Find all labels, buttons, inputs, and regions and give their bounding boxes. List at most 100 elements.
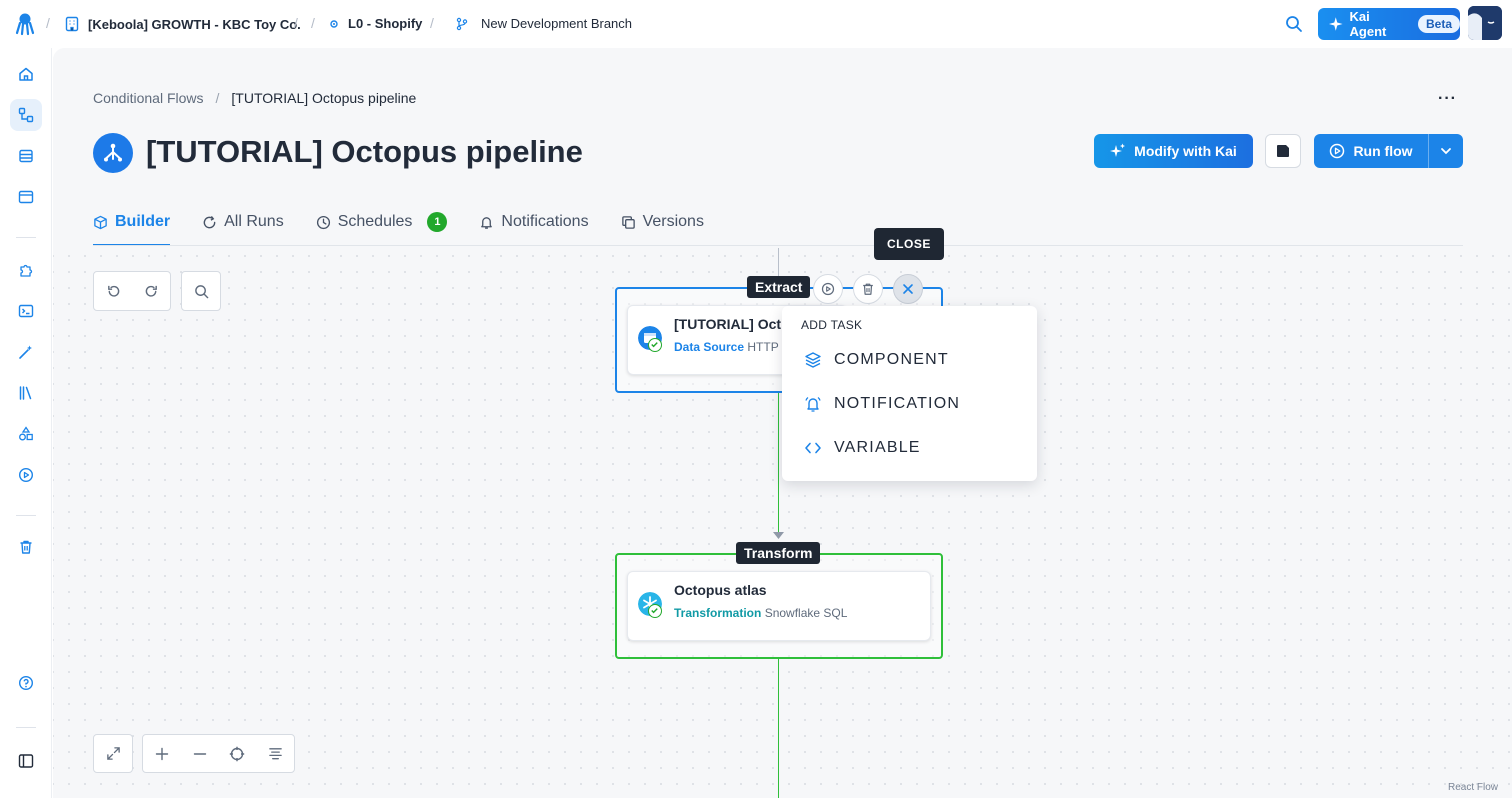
beta-badge: Beta bbox=[1417, 15, 1460, 33]
add-variable-item[interactable]: VARIABLE bbox=[804, 439, 921, 457]
close-tooltip: CLOSE bbox=[874, 228, 944, 260]
tab-builder[interactable]: Builder bbox=[93, 198, 171, 246]
sidebar-item-workspaces[interactable] bbox=[10, 181, 42, 213]
sidebar-item-templates[interactable] bbox=[10, 418, 42, 450]
keboola-logo-icon[interactable] bbox=[14, 12, 36, 36]
success-check-icon bbox=[648, 338, 662, 352]
sidebar-item-catalog[interactable] bbox=[10, 377, 42, 409]
undo-button[interactable] bbox=[94, 272, 132, 310]
breadcrumb-separator: / bbox=[215, 90, 220, 106]
tab-notifications[interactable]: Notifications bbox=[479, 198, 589, 246]
react-flow-attribution[interactable]: React Flow bbox=[1448, 782, 1498, 793]
sidebar-collapse-toggle[interactable] bbox=[10, 745, 42, 777]
task-name: Octopus atlas bbox=[674, 582, 767, 598]
undo-icon bbox=[107, 285, 119, 297]
fit-view-button[interactable] bbox=[219, 735, 257, 773]
run-flow-label: Run flow bbox=[1353, 143, 1413, 159]
auto-layout-button[interactable] bbox=[256, 735, 294, 773]
task-subtitle: Data Source HTTP bbox=[674, 340, 779, 354]
puzzle-icon bbox=[20, 264, 33, 277]
run-flow-button[interactable]: Run flow bbox=[1314, 134, 1429, 168]
zoom-in-button[interactable] bbox=[143, 735, 181, 773]
sidebar-item-ai[interactable] bbox=[10, 336, 42, 368]
task-component: HTTP bbox=[747, 340, 779, 354]
crosshair-icon bbox=[230, 746, 245, 761]
sparkle-icon bbox=[1110, 143, 1126, 157]
tab-all-runs[interactable]: All Runs bbox=[202, 198, 284, 246]
breadcrumb-separator: / bbox=[294, 15, 298, 31]
terminal-icon bbox=[18, 304, 34, 318]
tab-schedules[interactable]: Schedules 1 bbox=[316, 198, 448, 246]
breadcrumb-parent-link[interactable]: Conditional Flows bbox=[93, 90, 204, 106]
sidebar-divider bbox=[16, 727, 36, 728]
tab-all-runs-label: All Runs bbox=[224, 213, 284, 230]
zoom-controls bbox=[142, 734, 295, 773]
sidebar-item-jobs[interactable] bbox=[10, 459, 42, 491]
phase-label-transform[interactable]: Transform bbox=[736, 542, 821, 564]
tab-builder-label: Builder bbox=[115, 213, 171, 230]
zoom-out-button[interactable] bbox=[181, 735, 219, 773]
modify-with-kai-button[interactable]: Modify with Kai bbox=[1094, 134, 1253, 168]
plus-icon bbox=[155, 747, 169, 760]
home-icon bbox=[19, 67, 33, 81]
canvas-search-button[interactable] bbox=[182, 272, 220, 310]
fullscreen-button[interactable] bbox=[94, 735, 132, 773]
run-options-dropdown[interactable] bbox=[1429, 134, 1463, 168]
sidebar-item-storage[interactable] bbox=[10, 140, 42, 172]
breadcrumb-separator: / bbox=[311, 15, 315, 31]
sidebar-item-help[interactable] bbox=[10, 667, 42, 699]
code-icon bbox=[805, 442, 821, 454]
building-icon bbox=[65, 16, 79, 32]
fullscreen-control bbox=[93, 734, 133, 773]
add-component-item[interactable]: COMPONENT bbox=[804, 351, 949, 369]
flow-icon-badge bbox=[93, 133, 133, 173]
flow-canvas[interactable]: Conditional Flows / [TUTORIAL] Octopus p… bbox=[53, 48, 1512, 798]
refresh-icon bbox=[203, 215, 216, 228]
sidebar-item-home[interactable] bbox=[10, 58, 42, 90]
task-component: Snowflake SQL bbox=[764, 606, 848, 620]
modify-with-kai-label: Modify with Kai bbox=[1134, 143, 1237, 159]
tab-versions[interactable]: Versions bbox=[621, 198, 704, 246]
delete-phase-button[interactable] bbox=[853, 274, 883, 304]
undo-redo-controls bbox=[93, 271, 171, 311]
trash-icon bbox=[863, 283, 873, 295]
search-icon[interactable] bbox=[1285, 15, 1303, 33]
conditional-flow-icon bbox=[104, 143, 122, 162]
close-add-task-button[interactable] bbox=[893, 274, 923, 304]
connector-line bbox=[778, 658, 779, 798]
breadcrumb: Conditional Flows / [TUTORIAL] Octopus p… bbox=[93, 90, 416, 106]
project-switcher[interactable]: L0 - Shopify bbox=[328, 16, 422, 31]
expand-icon bbox=[106, 747, 120, 760]
bell-ring-icon bbox=[805, 396, 821, 412]
org-switcher[interactable]: [Keboola] GROWTH - KBC Toy Co. bbox=[64, 16, 301, 32]
user-avatar-icon bbox=[1468, 6, 1502, 40]
branch-switcher[interactable]: New Development Branch bbox=[455, 16, 632, 31]
layers-icon bbox=[805, 352, 821, 368]
add-task-menu: ADD TASK COMPONENT NOTIFICATION VARIABLE bbox=[782, 306, 1037, 481]
sidebar-item-transformations[interactable] bbox=[10, 295, 42, 327]
canvas-search-control bbox=[181, 271, 221, 311]
task-card-transform[interactable]: Octopus atlas Transformation Snowflake S… bbox=[627, 571, 931, 641]
sidebar bbox=[0, 48, 52, 798]
kai-agent-label: Kai Agent bbox=[1349, 9, 1387, 39]
sidebar-item-trash[interactable] bbox=[10, 531, 42, 563]
add-notification-item[interactable]: NOTIFICATION bbox=[804, 395, 960, 413]
run-phase-button[interactable] bbox=[813, 274, 843, 304]
project-name: L0 - Shopify bbox=[348, 16, 423, 31]
sidebar-item-flows[interactable] bbox=[10, 99, 42, 131]
copy-icon bbox=[621, 215, 635, 229]
redo-button[interactable] bbox=[132, 272, 170, 310]
add-notification-label: NOTIFICATION bbox=[834, 395, 961, 412]
kai-agent-button[interactable]: Kai Agent Beta bbox=[1318, 8, 1460, 40]
sidebar-item-components[interactable] bbox=[10, 254, 42, 286]
page-title: [TUTORIAL] Octopus pipeline bbox=[146, 134, 583, 169]
shapes-icon bbox=[19, 426, 33, 441]
avatar[interactable] bbox=[1468, 6, 1502, 40]
org-name: [Keboola] GROWTH - KBC Toy Co. bbox=[88, 16, 301, 32]
branch-name: New Development Branch bbox=[481, 16, 633, 31]
phase-label-extract[interactable]: Extract bbox=[747, 276, 811, 298]
more-options-button[interactable]: ··· bbox=[1438, 90, 1457, 108]
save-button[interactable] bbox=[1265, 134, 1301, 168]
bell-icon bbox=[481, 216, 493, 229]
connector-arrow-icon bbox=[773, 532, 784, 539]
